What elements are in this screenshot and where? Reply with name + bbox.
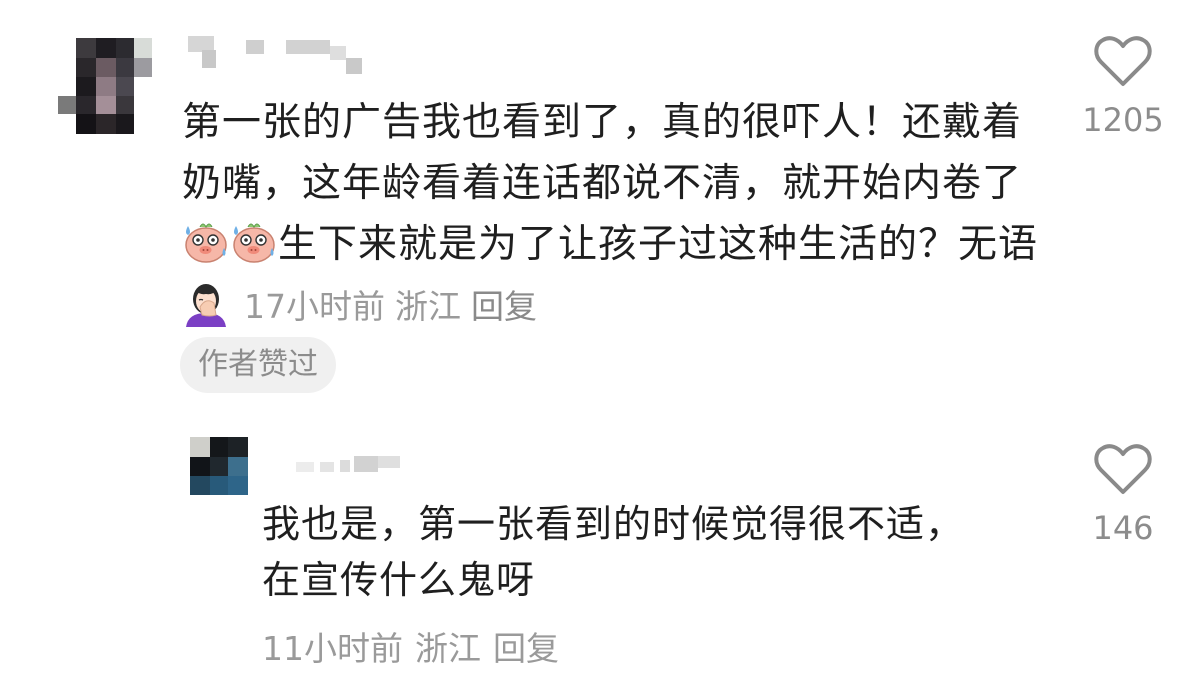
comment-meta: 17小时前 浙江 回复 (244, 287, 547, 326)
comment-time: 17小时前 (244, 287, 385, 326)
reply-body: 我也是，第一张看到的时候觉得很不适，在宣传什么鬼呀 (262, 502, 965, 602)
reply-location: 浙江 (415, 629, 481, 668)
reply-like-group[interactable]: 146 (1068, 444, 1178, 548)
reply-avatar[interactable] (190, 437, 248, 495)
username-pixelated[interactable] (188, 36, 368, 76)
reply-username-pixelated[interactable] (296, 452, 406, 474)
reply-reply-button[interactable]: 回复 (493, 629, 559, 668)
sweating-piggy-icon (182, 218, 230, 266)
comment-body: 第一张的广告我也看到了，真的很吓人！还戴着奶嘴，这年龄看着连话都说不清，就开始内… (182, 92, 1042, 337)
comment-location: 浙江 (395, 287, 461, 326)
woman-facepalming-icon (182, 279, 230, 327)
avatar[interactable] (58, 38, 154, 134)
author-liked-badge: 作者赞过 (180, 337, 336, 393)
comment-like-count: 1205 (1082, 101, 1164, 139)
comment-reply-button[interactable]: 回复 (471, 287, 537, 326)
comment-text-part-2: 生下来就是为了让孩子过这种生活的？无语 (278, 222, 1039, 267)
comment-text-part-1: 第一张的广告我也看到了，真的很吓人！还戴着奶嘴，这年龄看着连话都说不清，就开始内… (182, 100, 1023, 206)
heart-icon[interactable] (1094, 444, 1152, 496)
comment-like-group[interactable]: 1205 (1068, 36, 1178, 140)
reply-meta: 11小时前 浙江 回复 (262, 626, 571, 672)
reply-like-count: 146 (1092, 509, 1154, 547)
sweating-piggy-icon (230, 218, 278, 266)
heart-icon[interactable] (1094, 36, 1152, 88)
reply-time: 11小时前 (262, 629, 403, 668)
